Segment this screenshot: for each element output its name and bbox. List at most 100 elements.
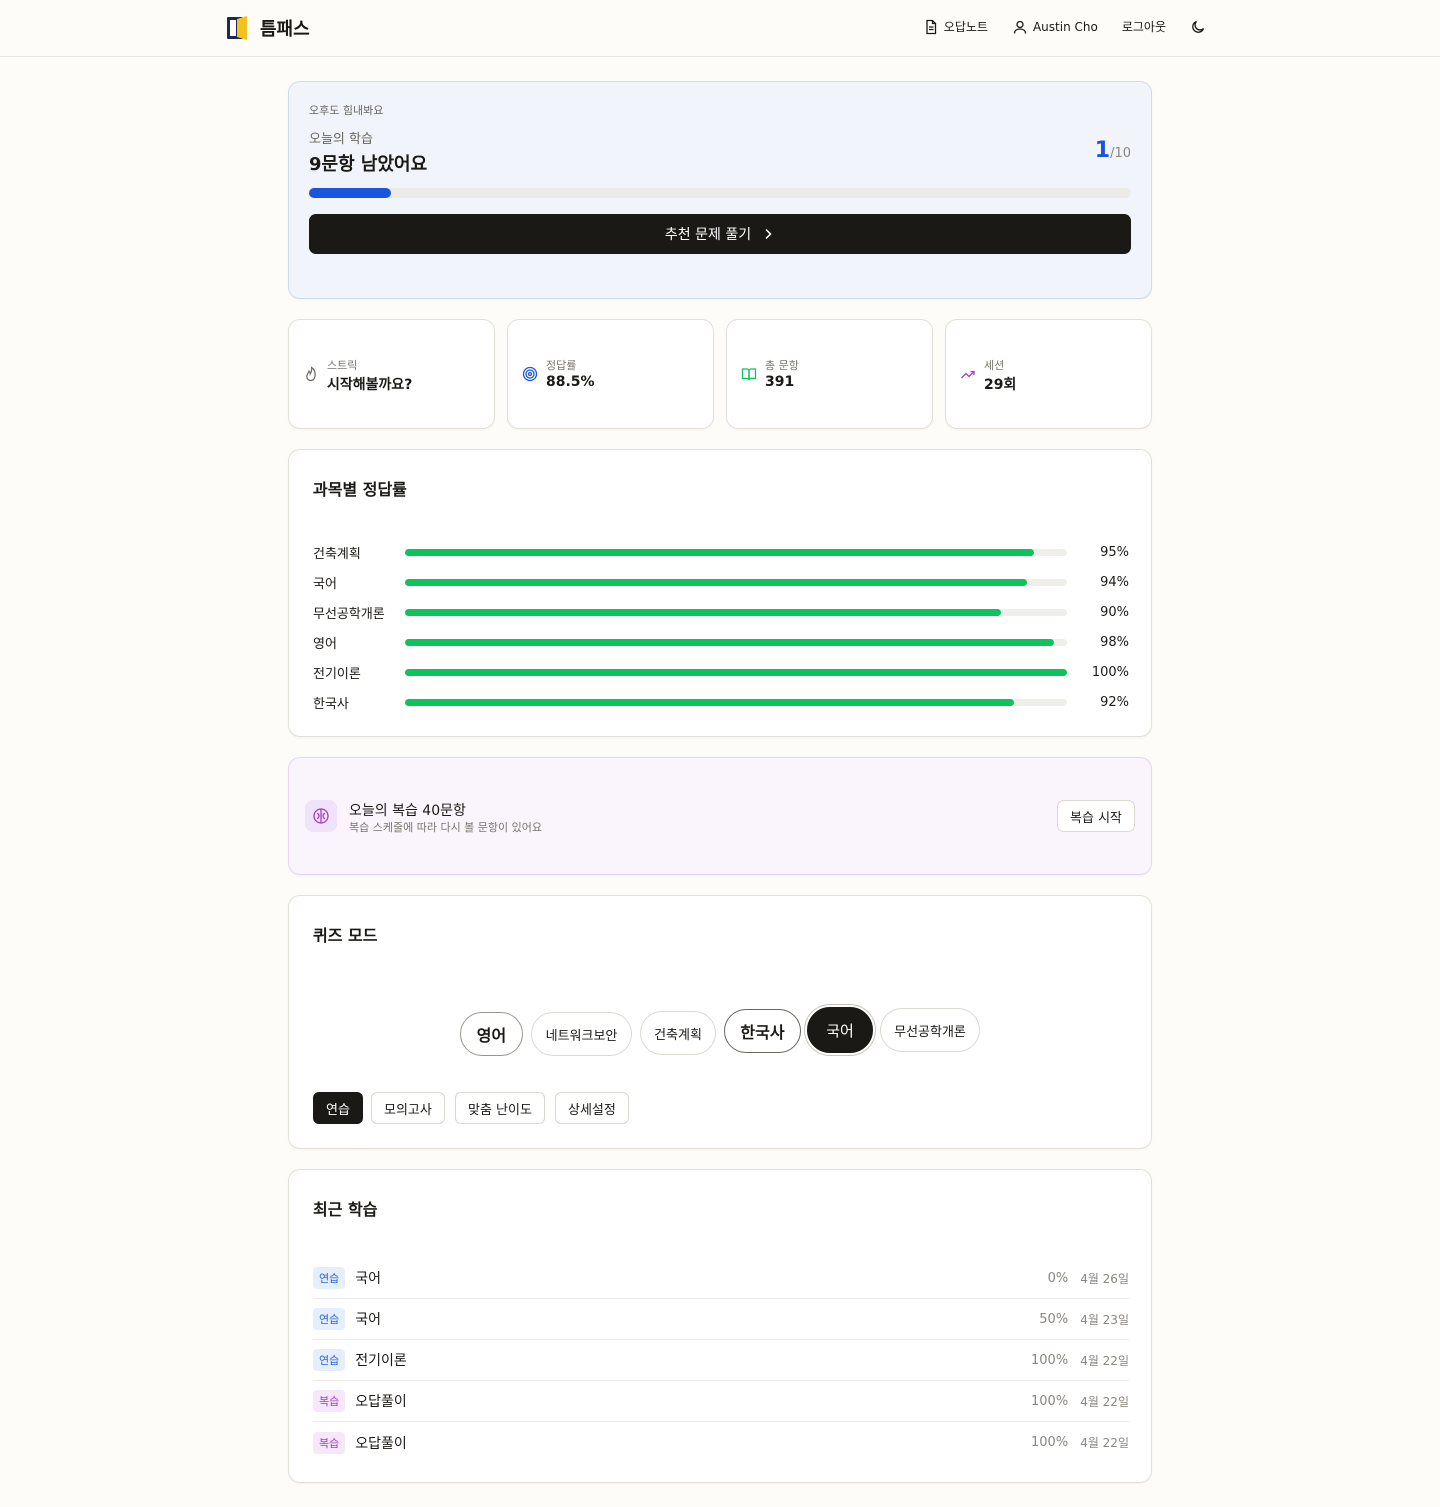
moon-icon — [1192, 20, 1205, 33]
subject-accuracy-value: 98% — [1100, 634, 1129, 650]
chevron-right-icon — [765, 228, 772, 240]
subject-accuracy-value: 92% — [1100, 694, 1129, 710]
session-subject: 전기이론 — [355, 1353, 407, 1369]
mode-tab-practice[interactable]: 연습 — [313, 1092, 363, 1124]
session-date: 4월 22일 — [1080, 1394, 1129, 1409]
nav-logout[interactable]: 로그아웃 — [1122, 18, 1166, 35]
quiz-mode-title: 퀴즈 모드 — [313, 926, 378, 945]
stat-label: 스트릭 — [327, 359, 358, 372]
stat-label: 정답률 — [546, 359, 577, 372]
stat-value: 391 — [765, 374, 795, 390]
session-type-badge: 연습 — [313, 1349, 346, 1371]
subject-accuracy-row: 한국사 92% — [313, 692, 1129, 712]
session-subject: 오답풀이 — [355, 1435, 407, 1452]
session-date: 4월 23일 — [1080, 1312, 1129, 1327]
recent-study-row[interactable]: 복습 오답풀이 100% 4월 22일 — [313, 1422, 1129, 1463]
quiz-mode-card: 퀴즈 모드 영어 네트워크보안 건축계획 한국사 국어 무선공학개론 연습 모의… — [288, 895, 1152, 1149]
progress-count: 1/10 — [1095, 138, 1131, 163]
session-subject: 국어 — [355, 1271, 382, 1287]
recent-study-row[interactable]: 복습 오답풀이 100% 4월 22일 — [313, 1381, 1129, 1422]
subject-accuracy-row: 무선공학개론 90% — [313, 602, 1129, 622]
nav-logout-label: 로그아웃 — [1121, 20, 1166, 34]
recent-study-row[interactable]: 연습 국어 50% 4월 23일 — [313, 1299, 1129, 1340]
subject-accuracy-fill — [405, 668, 1067, 676]
subject-name: 무선공학개론 — [313, 606, 385, 622]
recent-study-card: 최근 학습 연습 국어 0% 4월 26일 연습 국어 50% 4월 23일 연습 전기이론 100… — [288, 1169, 1152, 1483]
recent-study-row[interactable]: 연습 전기이론 100% 4월 22일 — [313, 1340, 1129, 1381]
daily-review-card: 오늘의 복습 40문항 복습 스케줄에 따라 다시 볼 문항이 있어요 복습 시… — [288, 757, 1152, 875]
session-date: 4월 22일 — [1080, 1436, 1129, 1450]
subject-accuracy-bar — [405, 578, 1067, 586]
subject-name: 한국사 — [313, 696, 349, 712]
daily-progress-fill — [309, 188, 392, 198]
subject-pill-english[interactable]: 영어 — [460, 1012, 523, 1056]
subject-accuracy-bar — [405, 608, 1067, 616]
subject-pill-radio-engineering[interactable]: 무선공학개론 — [880, 1008, 980, 1052]
session-subject: 국어 — [355, 1312, 382, 1328]
subject-accuracy-fill — [405, 608, 1001, 616]
logo-text: 틈패스 — [260, 19, 310, 40]
stat-value: 88.5% — [546, 374, 595, 390]
subject-accuracy-value: 90% — [1100, 604, 1129, 620]
mode-tab-advanced-settings[interactable]: 상세설정 — [555, 1092, 629, 1124]
subject-accuracy-bar — [405, 698, 1067, 706]
subject-accuracy-card: 과목별 정답률 건축계획 95% 국어 94% 무선공학개론 90% 영어 98% 전기이론 10… — [288, 449, 1152, 737]
subject-accuracy-fill — [405, 698, 1015, 706]
session-subject: 오답풀이 — [355, 1394, 407, 1410]
session-score: 100% — [1031, 1352, 1069, 1368]
subject-accuracy-fill — [405, 638, 1054, 646]
session-score: 50% — [1039, 1311, 1069, 1327]
subject-accuracy-value: 94% — [1100, 574, 1129, 590]
mode-tab-adaptive[interactable]: 맞춤 난이도 — [455, 1092, 545, 1124]
subject-accuracy-fill — [405, 548, 1034, 556]
mode-tab-mock-exam[interactable]: 모의고사 — [371, 1092, 445, 1124]
stat-value: 29회 — [984, 377, 1017, 393]
review-description: 복습 스케줄에 따라 다시 볼 문항이 있어요 — [349, 821, 543, 834]
stat-value: 시작해볼까요? — [327, 377, 413, 393]
subject-pill-architecture[interactable]: 건축계획 — [640, 1011, 716, 1055]
subject-accuracy-row: 건축계획 95% — [313, 542, 1129, 562]
nav-wrong-notes-label: 오답노트 — [943, 20, 988, 34]
today-study-label: 오늘의 학습 — [309, 132, 373, 147]
session-score: 100% — [1031, 1393, 1069, 1409]
nav-user[interactable]: Austin Cho — [1012, 19, 1098, 35]
stat-label: 세션 — [984, 359, 1005, 372]
document-icon — [926, 19, 936, 34]
session-score: 100% — [1031, 1435, 1069, 1450]
target-icon — [522, 366, 538, 382]
session-date: 4월 26일 — [1080, 1271, 1129, 1286]
book-icon — [741, 368, 757, 381]
greeting-text: 오후도 힘내봐요 — [309, 104, 384, 117]
nav-user-name: Austin Cho — [1032, 19, 1098, 34]
session-type-badge: 연습 — [313, 1308, 346, 1330]
subject-accuracy-bar — [405, 638, 1067, 646]
stat-card-sessions: 세션 29회 — [945, 319, 1152, 429]
subject-accuracy-row: 전기이론 100% — [313, 662, 1129, 682]
recent-study-title: 최근 학습 — [313, 1200, 378, 1219]
theme-toggle-button[interactable] — [1190, 19, 1206, 35]
recommended-quiz-button[interactable]: 추천 문제 풀기 — [309, 214, 1131, 254]
subject-name: 건축계획 — [313, 546, 361, 562]
subject-accuracy-bar — [405, 668, 1067, 676]
subject-pill-korean[interactable]: 국어 — [807, 1007, 873, 1053]
user-icon — [1013, 20, 1027, 34]
logo[interactable]: 틈패스 — [226, 15, 310, 41]
session-date: 4월 22일 — [1080, 1353, 1129, 1368]
session-type-badge: 복습 — [313, 1431, 346, 1454]
progress-count-done: 1 — [1094, 138, 1111, 163]
remaining-headline: 9문항 남았어요 — [309, 154, 428, 175]
subject-accuracy-title: 과목별 정답률 — [313, 480, 407, 499]
recent-study-row[interactable]: 연습 국어 0% 4월 26일 — [313, 1258, 1129, 1299]
trending-up-icon — [961, 370, 975, 379]
session-type-badge: 복습 — [313, 1390, 346, 1412]
subject-name: 영어 — [313, 636, 337, 652]
subject-accuracy-fill — [405, 578, 1028, 586]
subject-name: 전기이론 — [313, 666, 361, 682]
subject-pill-network-security[interactable]: 네트워크보안 — [531, 1012, 632, 1056]
today-study-card: 오후도 힘내봐요 오늘의 학습 9문항 남았어요 1/10 추천 문제 풀기 — [288, 81, 1152, 299]
start-review-button[interactable]: 복습 시작 — [1057, 800, 1135, 832]
nav-wrong-notes[interactable]: 오답노트 — [923, 18, 988, 35]
subject-name: 국어 — [313, 576, 337, 592]
subject-pill-korean-history[interactable]: 한국사 — [724, 1009, 801, 1053]
subject-accuracy-row: 영어 98% — [313, 632, 1129, 652]
